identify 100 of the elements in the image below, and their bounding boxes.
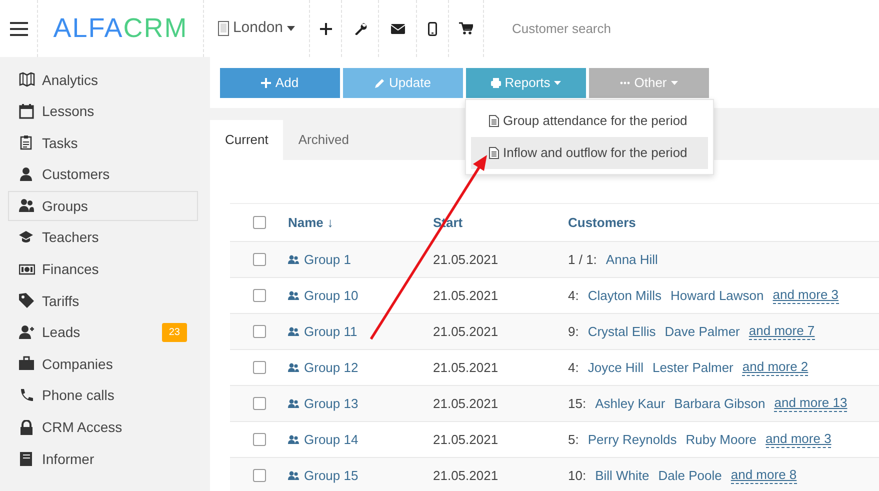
users-icon	[288, 363, 299, 372]
more-link[interactable]: and more 13	[774, 395, 848, 412]
sidebar-item[interactable]: Finances	[8, 254, 198, 285]
sidebar-item[interactable]: Groups	[8, 191, 198, 222]
menu-item[interactable]: Group attendance for the period	[471, 105, 708, 137]
group-link[interactable]: Group 11	[304, 322, 358, 342]
customer-link[interactable]: Bill White	[595, 466, 650, 486]
customer-link[interactable]: Lester Palmer	[652, 358, 734, 378]
customer-count: 5:	[568, 430, 579, 449]
checkbox[interactable]	[252, 469, 266, 482]
more-link[interactable]: and more 8	[730, 467, 797, 484]
plus-icon	[261, 78, 272, 88]
document-icon	[489, 147, 499, 159]
sidebar-item[interactable]: Lessons	[8, 96, 198, 127]
group-link[interactable]: Group 15	[304, 466, 358, 486]
count-badge: 23	[162, 323, 187, 342]
menu-item[interactable]: Inflow and outflow for the period	[471, 137, 708, 169]
sidebar-item[interactable]: Leads 23	[8, 318, 198, 348]
customer-link[interactable]: Dale Poole	[658, 466, 722, 486]
group-link[interactable]: Group 1	[304, 250, 351, 270]
logo[interactable]: ALFACRM	[53, 8, 188, 49]
customer-link[interactable]: Dave Palmer	[664, 322, 740, 342]
checkbox[interactable]	[252, 433, 266, 446]
user-icon	[19, 166, 35, 183]
phone-icon	[19, 388, 35, 404]
sidebar-item[interactable]: Informer	[8, 444, 198, 474]
tab[interactable]: Current	[210, 120, 284, 160]
tab[interactable]: Archived	[283, 120, 364, 160]
customer-link[interactable]: Ruby Moore	[686, 430, 757, 450]
group-link[interactable]: Group 10	[304, 286, 358, 306]
book-icon	[19, 451, 35, 468]
cart-icon[interactable]	[459, 22, 473, 35]
sidebar-item[interactable]: Tariffs	[8, 286, 198, 316]
caret-icon	[554, 81, 562, 85]
customer-link[interactable]: Joyce Hill	[588, 358, 644, 378]
sidebar-item[interactable]: Customers	[8, 160, 198, 190]
lock-icon	[19, 420, 35, 436]
date-text: 21.05.2021	[433, 324, 498, 339]
date-text: 21.05.2021	[433, 288, 498, 303]
users-icon	[288, 327, 299, 336]
checkbox[interactable]	[252, 397, 266, 410]
users-icon	[288, 399, 299, 408]
users-icon	[288, 435, 299, 444]
more-link[interactable]: and more 2	[742, 359, 808, 376]
pencil-icon	[375, 78, 386, 88]
wrench-icon[interactable]	[354, 22, 366, 35]
sidebar-item[interactable]: Tasks	[8, 128, 198, 158]
date-text: 21.05.2021	[433, 360, 498, 375]
checkbox[interactable]	[252, 289, 266, 302]
group-link[interactable]: Group 13	[304, 394, 358, 414]
checkbox[interactable]	[252, 216, 266, 229]
calendar-icon	[19, 104, 35, 120]
customer-count: 10:	[568, 466, 586, 485]
group-link[interactable]: Group 12	[304, 358, 358, 378]
customer-link[interactable]: Ashley Kaur	[595, 394, 666, 414]
group-link[interactable]: Group 14	[304, 430, 358, 450]
map-icon	[19, 72, 35, 88]
customer-link[interactable]: Perry Reynolds	[588, 430, 677, 450]
customer-link[interactable]: Barbara Gibson	[674, 394, 766, 414]
briefcase-icon	[19, 356, 35, 372]
column-header[interactable]: Customers	[568, 214, 636, 230]
customer-count: 4:	[568, 286, 579, 305]
users-icon	[19, 198, 35, 214]
sidebar-item[interactable]: CRM Access	[8, 412, 198, 443]
caret-icon	[670, 81, 678, 85]
add-button[interactable]: Add	[220, 68, 340, 98]
customer-link[interactable]: Howard Lawson	[670, 286, 764, 306]
checkbox[interactable]	[252, 253, 266, 266]
mail-icon[interactable]	[390, 24, 404, 34]
customer-count: 1 / 1:	[568, 250, 597, 269]
date-text: 21.05.2021	[433, 432, 498, 447]
date-text: 21.05.2021	[433, 252, 498, 267]
more-link[interactable]: and more 3	[772, 287, 839, 304]
tag-icon	[19, 293, 35, 310]
customer-link[interactable]: Anna Hill	[606, 250, 658, 270]
more-link[interactable]: and more 7	[748, 323, 815, 340]
date-text: 21.05.2021	[433, 396, 498, 411]
menu-icon[interactable]	[10, 22, 28, 36]
checkbox[interactable]	[252, 361, 266, 374]
customer-link[interactable]: Crystal Ellis	[588, 322, 656, 342]
customer-count: 15:	[568, 394, 586, 413]
phone-icon[interactable]	[428, 22, 437, 36]
sidebar-item[interactable]: Companies	[8, 349, 198, 380]
customer-count: 4:	[568, 358, 579, 377]
caret-icon	[287, 26, 296, 31]
building-icon	[218, 21, 229, 36]
sidebar-item[interactable]: Teachers	[8, 222, 198, 253]
date-text: 21.05.2021	[433, 468, 498, 483]
customer-link[interactable]: Clayton Mills	[588, 286, 662, 306]
column-header[interactable]: Name ↓	[288, 212, 334, 232]
users-icon	[288, 291, 299, 300]
customer-count: 9:	[568, 322, 579, 341]
checkbox[interactable]	[252, 325, 266, 338]
sidebar-item[interactable]: Phone calls	[8, 380, 198, 411]
users-icon	[288, 255, 299, 264]
sidebar-item[interactable]: Analytics	[8, 65, 198, 95]
more-link[interactable]: and more 3	[766, 431, 832, 448]
plus-icon[interactable]	[320, 22, 332, 34]
branch-dropdown[interactable]: London	[212, 16, 302, 41]
document-icon	[489, 115, 499, 127]
